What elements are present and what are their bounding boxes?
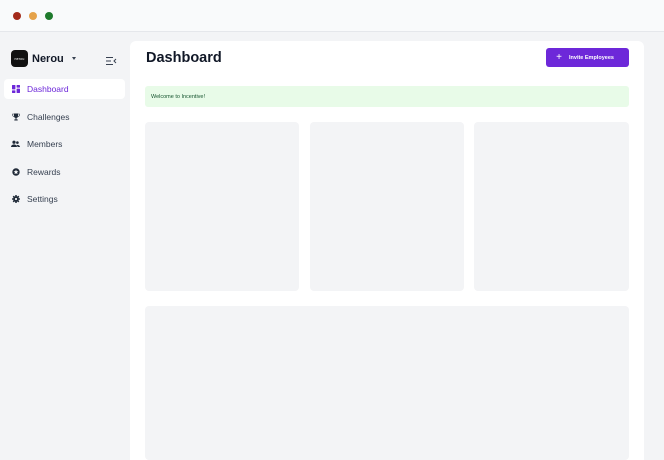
main-content: Dashboard + Invite Employees Welcome to … (130, 41, 644, 460)
sidebar-item-challenges[interactable]: Challenges (4, 107, 125, 127)
brand-logo: nerou (11, 50, 28, 67)
caret-down-icon (71, 57, 76, 60)
sidebar-item-label: Members (27, 139, 63, 150)
trophy-icon (11, 112, 20, 121)
stat-card-placeholder (145, 122, 299, 291)
gear-icon (11, 195, 20, 204)
stat-card-placeholder (474, 122, 629, 291)
stat-card-placeholder (310, 122, 464, 291)
workspace-name: Nerou (32, 52, 64, 65)
content-panel-placeholder (145, 306, 629, 460)
sidebar: nerou Nerou Dashboard Challenges Members… (0, 33, 129, 460)
sidebar-item-label: Dashboard (27, 84, 69, 94)
welcome-alert: Welcome to Incentive! (145, 86, 629, 107)
grid-icon (11, 85, 20, 94)
welcome-alert-text: Welcome to Incentive! (151, 93, 206, 100)
collapse-sidebar-icon[interactable] (105, 53, 117, 65)
sidebar-item-members[interactable]: Members (4, 134, 125, 154)
sidebar-item-rewards[interactable]: Rewards (4, 162, 125, 182)
page-title: Dashboard (146, 50, 222, 66)
users-icon (11, 140, 20, 149)
sidebar-item-label: Challenges (27, 111, 70, 122)
sidebar-item-settings[interactable]: Settings (4, 189, 125, 209)
window-minimize-button[interactable] (29, 12, 37, 20)
sidebar-item-dashboard[interactable]: Dashboard (4, 79, 125, 99)
sidebar-nav: Dashboard Challenges Members Rewards Set… (4, 79, 125, 217)
window-titlebar (0, 0, 664, 32)
invite-employees-label: Invite Employees (569, 54, 614, 61)
star-icon (11, 167, 20, 176)
window-maximize-button[interactable] (45, 12, 53, 20)
sidebar-item-label: Rewards (27, 166, 61, 177)
plus-icon: + (556, 51, 562, 63)
workspace-switcher[interactable]: nerou Nerou (11, 50, 76, 67)
invite-employees-button[interactable]: + Invite Employees (546, 48, 629, 67)
window-close-button[interactable] (13, 12, 21, 20)
sidebar-item-label: Settings (27, 194, 58, 205)
